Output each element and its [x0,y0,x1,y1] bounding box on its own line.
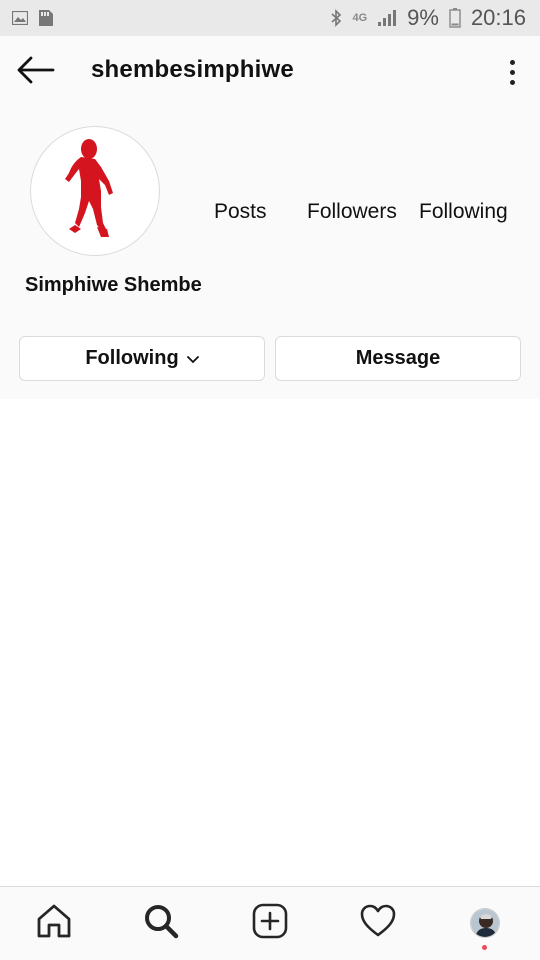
profile-avatar-thumbnail [470,908,500,938]
posts-stat[interactable]: Posts [214,200,267,224]
profile-username: shembesimphiwe [91,56,294,83]
followers-stat[interactable]: Followers [307,200,397,224]
more-dot [509,59,515,65]
dancing-figure-icon [65,139,113,237]
more-dot [509,79,515,85]
signal-icon [377,9,397,27]
clock: 20:16 [470,5,526,30]
profile-avatar[interactable] [30,126,160,256]
gallery-notification-icon [12,11,28,25]
nav-activity[interactable] [358,903,398,943]
display-name: Simphiwe Shembe [25,274,202,296]
bottom-nav [0,886,540,960]
message-button[interactable]: Message [275,336,521,381]
add-post-icon [251,902,289,945]
status-right-icons: 4G 9% 20:16 [330,5,526,31]
profile-section: Posts Followers Following Simphiwe Shemb… [0,108,540,399]
status-bar: 4G 9% 20:16 [0,0,540,36]
more-dot [509,69,515,75]
following-stat[interactable]: Following [419,200,508,224]
following-button-label: Following [85,347,179,369]
bluetooth-icon [330,9,342,27]
more-options-button[interactable] [502,54,522,90]
following-button[interactable]: Following [19,336,265,381]
search-icon [142,902,180,945]
nav-home[interactable] [34,903,74,943]
posts-area [0,399,540,886]
battery-icon [449,8,461,28]
activity-heart-icon [359,903,397,944]
profile-header: shembesimphiwe [0,36,540,108]
nav-add-post[interactable] [250,903,290,943]
network-type: 4G [352,11,368,24]
battery-percent: 9% [407,5,439,30]
nav-profile[interactable] [465,903,505,943]
chevron-down-icon [186,347,199,370]
notification-dot [482,945,487,950]
sd-card-icon [38,9,54,27]
message-button-label: Message [355,347,441,369]
status-left-icons [12,9,54,27]
back-arrow-icon [17,56,55,89]
home-icon [35,902,73,945]
nav-search[interactable] [141,903,181,943]
back-button[interactable] [16,54,56,90]
